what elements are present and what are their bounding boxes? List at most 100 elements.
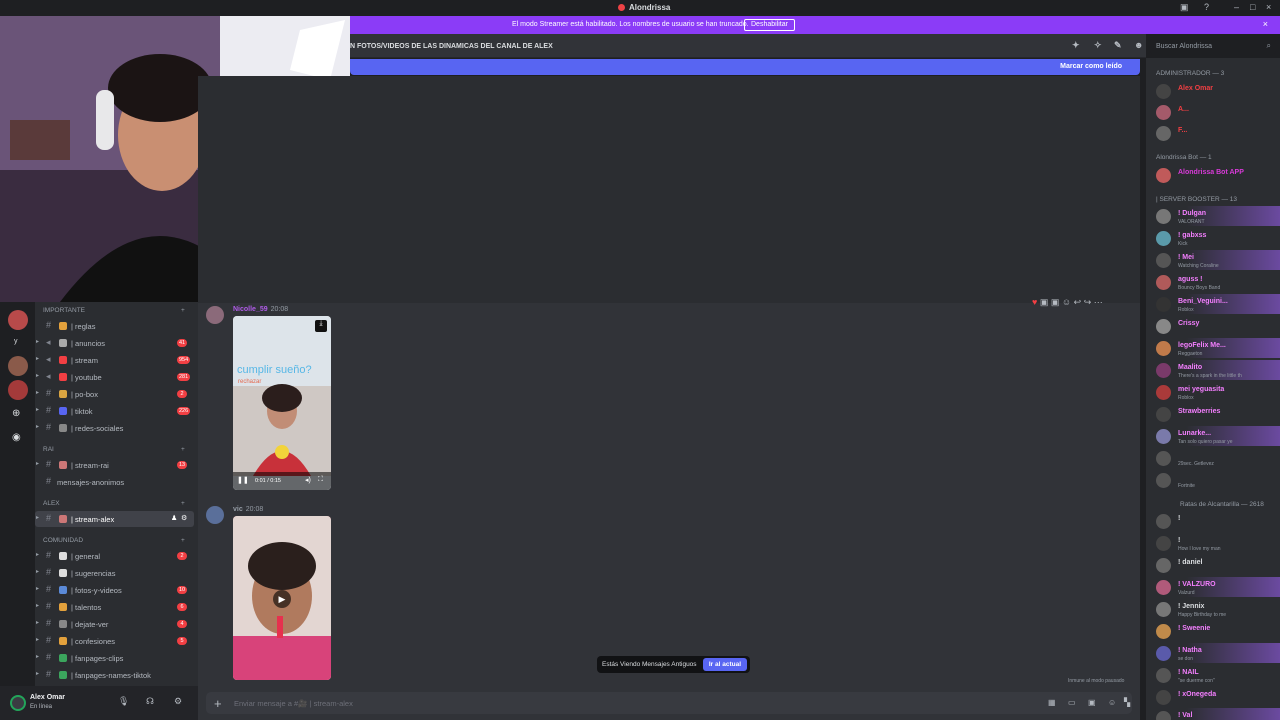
member-item[interactable]: Fortnite	[1146, 470, 1280, 490]
new-messages-bar[interactable]: Marcar como leído	[350, 59, 1140, 75]
server-icon[interactable]	[8, 356, 28, 376]
add-attachment-icon[interactable]: +	[214, 696, 222, 711]
volume-icon[interactable]: ◂)	[305, 476, 311, 484]
channel-settings-icon[interactable]: ⚙	[181, 514, 187, 522]
channel-youtube[interactable]: ▸ ◂ | youtube 281	[35, 369, 194, 385]
channel-mensajes-anonimos[interactable]: # mensajes-anonimos	[35, 474, 194, 490]
inbox-icon[interactable]: ▣	[1180, 2, 1189, 13]
emoji-icon[interactable]: ☺	[1108, 698, 1116, 707]
member-item[interactable]: Alex Omar	[1146, 81, 1280, 101]
channel-stream[interactable]: ▸ ◂ | stream 954	[35, 352, 194, 368]
headphones-icon[interactable]: ☊	[146, 696, 154, 707]
member-item[interactable]: A...	[1146, 102, 1280, 122]
reply-icon[interactable]: ↩	[1074, 297, 1082, 307]
search-input[interactable]: Buscar Alondrissa ⌕	[1150, 39, 1276, 54]
add-server-icon[interactable]: ⊕	[12, 408, 20, 419]
channel-confesiones[interactable]: ▸ # | confesiones 5	[35, 633, 194, 649]
member-item[interactable]: aguss ! Bouncy Boys Band	[1146, 272, 1280, 292]
channel-dejate-ver[interactable]: ▸ # | dejate-ver 4	[35, 616, 194, 632]
member-list-icon[interactable]: ☻	[1134, 40, 1143, 50]
message-input[interactable]: + Enviar mensaje a #🎥 | stream-alex ▦ ▭ …	[206, 692, 1132, 714]
add-reaction-icon[interactable]: ☺	[1062, 297, 1071, 307]
maximize-icon[interactable]: □	[1250, 2, 1255, 12]
microphone-icon[interactable]: 🎙︎	[118, 696, 129, 707]
banner-close-icon[interactable]: ×	[1263, 19, 1268, 29]
discover-icon[interactable]: ◉	[12, 432, 21, 443]
gift-icon[interactable]: ▦	[1048, 698, 1056, 707]
member-item[interactable]: ! Jennix Happy Birthday to me	[1146, 599, 1280, 619]
disable-streamer-button[interactable]: Deshabilitar	[744, 19, 795, 31]
avatar[interactable]	[10, 695, 26, 711]
play-icon[interactable]: ▶	[273, 590, 291, 608]
member-item[interactable]: ! gabxss Kick	[1146, 228, 1280, 248]
more-icon[interactable]: ⋯	[1094, 297, 1103, 307]
channel-anuncios[interactable]: ▸ ◂ | anuncios 41	[35, 335, 194, 351]
member-item[interactable]: Alondrissa Bot APP	[1146, 165, 1280, 185]
channel-talentos[interactable]: ▸ # | talentos 6	[35, 599, 194, 615]
channel-sugerencias[interactable]: ▸ # | sugerencias	[35, 565, 194, 581]
minimize-icon[interactable]: –	[1234, 2, 1239, 12]
member-item[interactable]: ! Val	[1146, 708, 1280, 720]
sticker-icon[interactable]: ▣	[1088, 698, 1096, 707]
category-rai[interactable]: RAI +	[43, 446, 185, 453]
member-item[interactable]: Beni_Veguini... Roblox	[1146, 294, 1280, 314]
member-item[interactable]: ! daniel	[1146, 555, 1280, 575]
member-item[interactable]: ! Dulgan VALORANT	[1146, 206, 1280, 226]
channel-stream-alex[interactable]: ▸ # | stream-alex ♟ ⚙	[35, 511, 194, 527]
category-importante[interactable]: IMPORTANTE +	[43, 307, 185, 314]
download-icon[interactable]: ⤓	[315, 320, 327, 332]
gif-icon[interactable]: ▭	[1068, 698, 1076, 707]
settings-icon[interactable]: ⚙	[174, 696, 182, 707]
channel-redes-sociales[interactable]: ▸ # | redes-sociales	[35, 420, 194, 436]
jump-to-present-button[interactable]: Ir al actual	[702, 658, 747, 671]
member-item[interactable]: mei yeguasita Roblox	[1146, 382, 1280, 402]
notifications-icon[interactable]: ✧	[1094, 40, 1102, 51]
member-item[interactable]: ! How I love my man	[1146, 533, 1280, 553]
channel-tiktok[interactable]: ▸ # | tiktok 226	[35, 403, 194, 419]
member-item[interactable]: Strawberries	[1146, 404, 1280, 424]
member-item[interactable]: ! xOnegeda	[1146, 687, 1280, 707]
member-item[interactable]: Crissy	[1146, 316, 1280, 336]
channel-reglas[interactable]: # | reglas	[35, 318, 194, 334]
message-author[interactable]: vic 20:08	[233, 506, 263, 513]
member-item[interactable]: 29sec. Getlevez	[1146, 448, 1280, 468]
channel-fanpages-clips[interactable]: ▸ # | fanpages-clips	[35, 650, 194, 666]
member-item[interactable]: Lunarke... Tan solo quiero pasar ye	[1146, 426, 1280, 446]
mark-as-read-button[interactable]: Marcar como leído	[1060, 63, 1122, 70]
server-icon[interactable]	[8, 310, 28, 330]
pause-icon[interactable]: ❚❚	[237, 476, 249, 484]
invite-icon[interactable]: ♟	[171, 514, 177, 522]
channel-stream-rai[interactable]: ▸ # | stream-rai 13	[35, 457, 194, 473]
heart-reaction-icon[interactable]: ♥	[1032, 297, 1037, 307]
category-comunidad[interactable]: COMUNIDAD +	[43, 537, 185, 544]
reaction-icon[interactable]: ▣	[1040, 297, 1049, 307]
member-item[interactable]: ! Mei Watching Coraline	[1146, 250, 1280, 270]
message-author[interactable]: Nicolle_59 20:08	[233, 306, 288, 313]
server-folder-icon[interactable]: y	[14, 338, 18, 345]
threads-icon[interactable]: ✦	[1072, 40, 1080, 51]
member-item[interactable]: legoFelix Me... Reggaeton	[1146, 338, 1280, 358]
forward-icon[interactable]: ↪	[1084, 297, 1092, 307]
member-item[interactable]: ! VALZURO Valzurd	[1146, 577, 1280, 597]
video-attachment[interactable]: cumplir sueño? rechazar ⤓ ❚❚ 0:01 / 0:15…	[233, 316, 331, 490]
apps-icon[interactable]: ▚	[1124, 698, 1130, 707]
member-item[interactable]: F...	[1146, 123, 1280, 143]
avatar[interactable]	[206, 506, 224, 524]
member-item[interactable]: Maalito There's a spark in the little th	[1146, 360, 1280, 380]
pin-icon[interactable]: ✎	[1114, 40, 1122, 51]
member-item[interactable]: ! Sweenie	[1146, 621, 1280, 641]
reaction-icon-2[interactable]: ▣	[1051, 297, 1060, 307]
member-item[interactable]: !	[1146, 511, 1280, 531]
avatar[interactable]	[206, 306, 224, 324]
help-icon[interactable]: ?	[1204, 2, 1209, 12]
video-attachment[interactable]: ▶	[233, 516, 331, 680]
channel-fanpages-names-tiktok[interactable]: ▸ # | fanpages-names-tiktok	[35, 667, 194, 683]
close-icon[interactable]: ×	[1266, 2, 1271, 12]
channel-po-box[interactable]: ▸ # | po-box 2	[35, 386, 194, 402]
fullscreen-icon[interactable]: ⛶	[318, 476, 323, 484]
category-alex[interactable]: ALEX +	[43, 500, 185, 507]
channel-general[interactable]: ▸ # | general 2	[35, 548, 194, 564]
server-icon[interactable]	[8, 380, 28, 400]
channel-fotos-y-videos[interactable]: ▸ # | fotos-y-videos 10	[35, 582, 194, 598]
member-item[interactable]: ! NAIL "se duerme con"	[1146, 665, 1280, 685]
